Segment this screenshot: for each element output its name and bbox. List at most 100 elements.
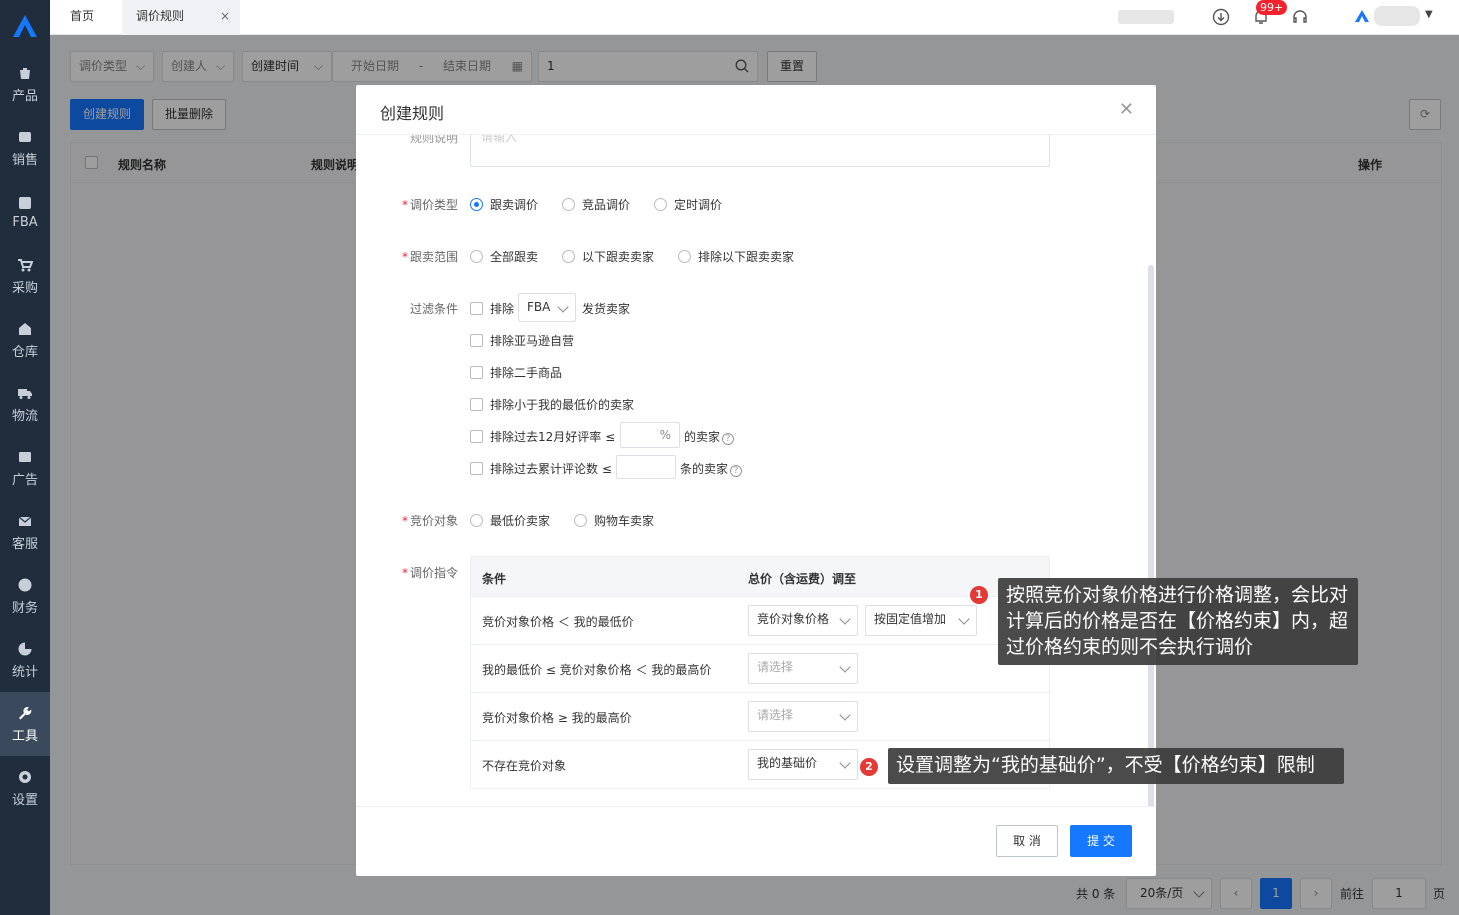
radio-competitor-pricing[interactable]: 竞品调价 [562, 196, 630, 213]
chevron-down-icon[interactable]: ▼ [1425, 9, 1433, 20]
reviews-input[interactable] [616, 455, 676, 479]
suffix-text: 条的卖家 [680, 462, 729, 476]
radio-lowest-seller[interactable]: 最低价卖家 [470, 512, 550, 529]
select-value: FBA [527, 300, 551, 314]
percent-unit: % [659, 428, 671, 442]
sidebar-item[interactable]: 销售 [0, 116, 50, 180]
sidebar-item[interactable]: 仓库 [0, 308, 50, 372]
brand-icon [1355, 10, 1369, 22]
sidebar-item[interactable]: FBA [0, 180, 50, 244]
tab-home[interactable]: 首页 [70, 0, 94, 35]
target-price-select[interactable]: 竞价对象价格 [748, 605, 858, 636]
logo-icon [13, 15, 37, 37]
sidebar: 产品销售 FBA 采购仓库物流广告客服财务统计工具设置 [0, 0, 50, 915]
radio-follow-pricing[interactable]: 跟卖调价 [470, 196, 538, 213]
exclude-fba-checkbox[interactable]: 排除 [470, 300, 514, 317]
dialog-body: 规则说明 请输入 * 调价类型 跟卖调价 竞品调价 定时调价 * 跟卖范围 全部跟卖… [356, 135, 1156, 806]
close-icon[interactable]: ✕ [1119, 99, 1134, 120]
adjust-method-select[interactable]: 按固定值增加 [865, 605, 977, 636]
exclude-amazon-checkbox[interactable]: 排除亚马逊自营 [470, 332, 574, 349]
radio-label: 全部跟卖 [490, 250, 539, 264]
check-label: 排除小于我的最低价的卖家 [490, 398, 635, 412]
download-icon[interactable] [1212, 8, 1230, 26]
dialog-footer: 取 消 提 交 [356, 806, 1156, 876]
sidebar-item[interactable]: 物流 [0, 372, 50, 436]
help-icon[interactable]: ? [730, 465, 743, 477]
headset-icon[interactable] [1291, 8, 1309, 26]
pie-icon [16, 640, 34, 658]
app-logo[interactable] [0, 0, 50, 52]
fulfillment-select[interactable]: FBA [518, 293, 576, 322]
price-type-label: * 调价类型 [401, 198, 458, 212]
sidebar-item[interactable]: 采购 [0, 244, 50, 308]
tip-number-2: 2 [860, 758, 878, 776]
select-value: 我的基础价 [757, 756, 818, 770]
sidebar-item[interactable]: 工具 [0, 692, 50, 756]
sidebar-item[interactable]: 产品 [0, 52, 50, 116]
bag-icon [16, 64, 34, 82]
tab-label: 调价规则 [136, 9, 185, 23]
sidebar-item-label: 设置 [11, 793, 38, 808]
condition-text: 竞价对象价格 ≥ 我的最高价 [482, 711, 632, 725]
ad-icon [16, 448, 34, 466]
check-label: 排除过去累计评论数 ≤ [490, 462, 612, 476]
sidebar-item-label: 物流 [11, 409, 38, 424]
sidebar-item-label: FBA [12, 215, 38, 230]
truck-icon [16, 384, 34, 402]
cancel-button[interactable]: 取 消 [996, 825, 1058, 857]
help-icon[interactable]: ? [722, 433, 735, 445]
desc-textarea[interactable]: 请输入 [470, 135, 1050, 167]
radio-all-sellers[interactable]: 全部跟卖 [470, 248, 538, 265]
sidebar-item[interactable]: 统计 [0, 628, 50, 692]
ship-seller-text: 发货卖家 [582, 302, 631, 316]
radio-buybox-seller[interactable]: 购物车卖家 [574, 512, 654, 529]
label-text: 调价类型 [409, 198, 458, 212]
sidebar-item-label: 广告 [11, 473, 38, 488]
avatar[interactable] [1374, 6, 1420, 26]
user-blur [1118, 10, 1174, 24]
competitor-label: * 竞价对象 [401, 514, 458, 528]
condition-text: 我的最低价 ≤ 竞价对象价格 ＜ 我的最高价 [482, 663, 712, 677]
exclude-used-checkbox[interactable]: 排除二手商品 [470, 364, 562, 381]
select-placeholder: 请选择 [757, 660, 794, 674]
cart-icon [16, 256, 34, 274]
tip-1: 按照竞价对象价格进行价格调整，会比对计算后的价格是否在【价格约束】内，超过价格约… [998, 578, 1358, 665]
target-price-select[interactable]: 我的基础价 [748, 749, 858, 780]
target-price-select[interactable]: 请选择 [748, 653, 858, 684]
select-placeholder: 请选择 [757, 708, 794, 722]
sidebar-item-label: 采购 [11, 281, 38, 296]
close-icon[interactable]: × [220, 0, 230, 33]
sidebar-item[interactable]: 广告 [0, 436, 50, 500]
radio-timed-pricing[interactable]: 定时调价 [654, 196, 722, 213]
sidebar-item-label: 工具 [11, 729, 38, 744]
warehouse-icon [16, 320, 34, 338]
select-value: 按固定值增加 [874, 612, 947, 626]
sidebar-item-label: 销售 [11, 153, 38, 168]
exclude-rating-checkbox[interactable]: 排除过去12月好评率 ≤ [470, 428, 615, 445]
exclude-below-min-checkbox[interactable]: 排除小于我的最低价的卖家 [470, 396, 634, 413]
suffix-text: 的卖家 [684, 430, 721, 444]
dialog-header: 创建规则 ✕ [356, 85, 1156, 135]
radio-label: 购物车卖家 [594, 514, 655, 528]
radio-listed-sellers[interactable]: 以下跟卖卖家 [562, 248, 654, 265]
sidebar-item[interactable]: 财务 [0, 564, 50, 628]
label-text: 调价指令 [409, 566, 458, 580]
tip-2: 设置调整为“我的基础价”，不受【价格约束】限制 [888, 748, 1344, 784]
radio-label: 跟卖调价 [490, 198, 539, 212]
mail-icon [16, 512, 34, 530]
yen-icon [16, 576, 34, 594]
target-price-select[interactable]: 请选择 [748, 701, 858, 732]
sidebar-item[interactable]: 设置 [0, 756, 50, 820]
sidebar-item-label: 产品 [11, 89, 38, 104]
exclude-reviews-checkbox[interactable]: 排除过去累计评论数 ≤ [470, 460, 612, 477]
command-label: * 调价指令 [401, 566, 458, 580]
sidebar-item[interactable]: 客服 [0, 500, 50, 564]
tab-pricing-rules[interactable]: 调价规则 × [122, 0, 240, 35]
radio-exclude-listed-sellers[interactable]: 排除以下跟卖卖家 [678, 248, 794, 265]
sidebar-item-label: 财务 [11, 601, 38, 616]
radio-label: 以下跟卖卖家 [582, 250, 655, 264]
dialog-scrollbar[interactable] [1148, 265, 1154, 806]
label-text: 竞价对象 [409, 514, 458, 528]
rating-input[interactable]: % [620, 422, 680, 448]
submit-button[interactable]: 提 交 [1070, 825, 1132, 857]
